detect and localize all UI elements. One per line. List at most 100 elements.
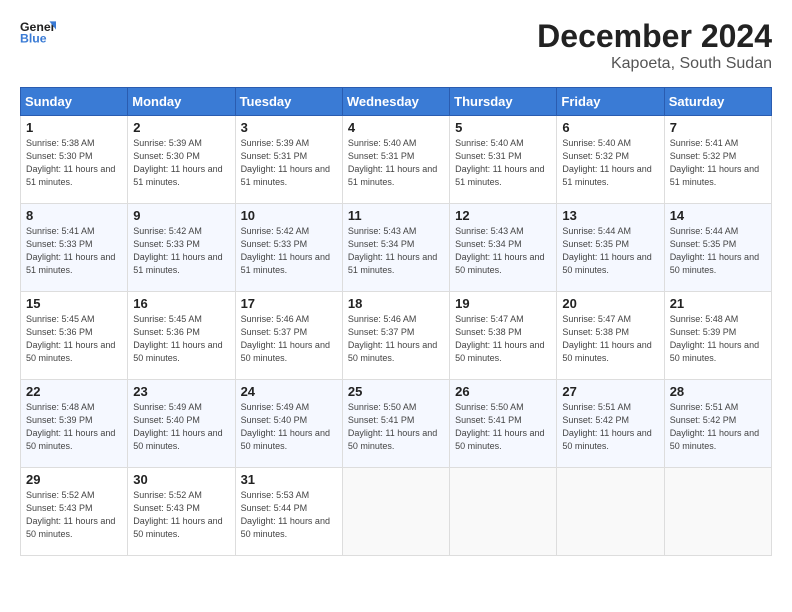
day-info: Sunrise: 5:45 AMSunset: 5:36 PMDaylight:… xyxy=(133,313,229,365)
day-info: Sunrise: 5:42 AMSunset: 5:33 PMDaylight:… xyxy=(241,225,337,277)
day-number: 2 xyxy=(133,120,229,135)
day-info: Sunrise: 5:39 AMSunset: 5:31 PMDaylight:… xyxy=(241,137,337,189)
calendar-cell: 27 Sunrise: 5:51 AMSunset: 5:42 PMDayligh… xyxy=(557,380,664,468)
day-number: 24 xyxy=(241,384,337,399)
day-number: 29 xyxy=(26,472,122,487)
day-info: Sunrise: 5:41 AMSunset: 5:32 PMDaylight:… xyxy=(670,137,766,189)
calendar-cell xyxy=(557,468,664,556)
calendar-cell xyxy=(342,468,449,556)
day-info: Sunrise: 5:43 AMSunset: 5:34 PMDaylight:… xyxy=(455,225,551,277)
calendar-cell: 26 Sunrise: 5:50 AMSunset: 5:41 PMDayligh… xyxy=(450,380,557,468)
calendar-week-row: 8 Sunrise: 5:41 AMSunset: 5:33 PMDaylight… xyxy=(21,204,772,292)
calendar-cell: 14Sunrise: 5:44 AMSunset: 5:35 PMDayligh… xyxy=(664,204,771,292)
day-number: 22 xyxy=(26,384,122,399)
day-info: Sunrise: 5:46 AMSunset: 5:37 PMDaylight:… xyxy=(348,313,444,365)
day-info: Sunrise: 5:49 AMSunset: 5:40 PMDaylight:… xyxy=(241,401,337,453)
day-number: 18 xyxy=(348,296,444,311)
day-number: 12 xyxy=(455,208,551,223)
day-info: Sunrise: 5:53 AMSunset: 5:44 PMDaylight:… xyxy=(241,489,337,541)
day-number: 17 xyxy=(241,296,337,311)
day-info: Sunrise: 5:45 AMSunset: 5:36 PMDaylight:… xyxy=(26,313,122,365)
day-number: 6 xyxy=(562,120,658,135)
calendar-week-row: 22 Sunrise: 5:48 AMSunset: 5:39 PMDayligh… xyxy=(21,380,772,468)
calendar-cell: 21 Sunrise: 5:48 AMSunset: 5:39 PMDayligh… xyxy=(664,292,771,380)
day-number: 11 xyxy=(348,208,444,223)
calendar-cell: 25Sunrise: 5:50 AMSunset: 5:41 PMDayligh… xyxy=(342,380,449,468)
day-info: Sunrise: 5:43 AMSunset: 5:34 PMDaylight:… xyxy=(348,225,444,277)
calendar-week-row: 15 Sunrise: 5:45 AMSunset: 5:36 PMDayligh… xyxy=(21,292,772,380)
weekday-header-row: SundayMondayTuesdayWednesdayThursdayFrid… xyxy=(21,88,772,116)
calendar-cell: 30 Sunrise: 5:52 AMSunset: 5:43 PMDayligh… xyxy=(128,468,235,556)
calendar-cell: 13 Sunrise: 5:44 AMSunset: 5:35 PMDayligh… xyxy=(557,204,664,292)
page: General Blue December 2024 Kapoeta, Sout… xyxy=(0,0,792,566)
day-info: Sunrise: 5:40 AMSunset: 5:32 PMDaylight:… xyxy=(562,137,658,189)
calendar-week-row: 29 Sunrise: 5:52 AMSunset: 5:43 PMDayligh… xyxy=(21,468,772,556)
day-info: Sunrise: 5:47 AMSunset: 5:38 PMDaylight:… xyxy=(562,313,658,365)
calendar-cell: 29Sunrise: 5:52 AMSunset: 5:43 PMDayligh… xyxy=(21,468,128,556)
day-number: 9 xyxy=(133,208,229,223)
calendar-cell: 22 Sunrise: 5:48 AMSunset: 5:39 PMDayligh… xyxy=(21,380,128,468)
day-number: 25 xyxy=(348,384,444,399)
day-info: Sunrise: 5:52 AMSunset: 5:43 PMDaylight:… xyxy=(133,489,229,541)
svg-text:Blue: Blue xyxy=(20,32,47,46)
day-number: 5 xyxy=(455,120,551,135)
calendar-cell: 8 Sunrise: 5:41 AMSunset: 5:33 PMDaylight… xyxy=(21,204,128,292)
day-number: 16 xyxy=(133,296,229,311)
calendar-table: SundayMondayTuesdayWednesdayThursdayFrid… xyxy=(20,87,772,556)
day-info: Sunrise: 5:51 AMSunset: 5:42 PMDaylight:… xyxy=(670,401,766,453)
calendar-cell: 1Sunrise: 5:38 AMSunset: 5:30 PMDaylight… xyxy=(21,116,128,204)
calendar-cell: 2Sunrise: 5:39 AMSunset: 5:30 PMDaylight… xyxy=(128,116,235,204)
weekday-header: Wednesday xyxy=(342,88,449,116)
day-info: Sunrise: 5:42 AMSunset: 5:33 PMDaylight:… xyxy=(133,225,229,277)
day-number: 3 xyxy=(241,120,337,135)
calendar-cell: 9 Sunrise: 5:42 AMSunset: 5:33 PMDaylight… xyxy=(128,204,235,292)
day-info: Sunrise: 5:44 AMSunset: 5:35 PMDaylight:… xyxy=(670,225,766,277)
day-info: Sunrise: 5:51 AMSunset: 5:42 PMDaylight:… xyxy=(562,401,658,453)
calendar-cell: 4 Sunrise: 5:40 AMSunset: 5:31 PMDaylight… xyxy=(342,116,449,204)
day-number: 26 xyxy=(455,384,551,399)
day-info: Sunrise: 5:40 AMSunset: 5:31 PMDaylight:… xyxy=(348,137,444,189)
calendar-cell: 5 Sunrise: 5:40 AMSunset: 5:31 PMDaylight… xyxy=(450,116,557,204)
day-number: 13 xyxy=(562,208,658,223)
day-info: Sunrise: 5:50 AMSunset: 5:41 PMDaylight:… xyxy=(455,401,551,453)
weekday-header: Sunday xyxy=(21,88,128,116)
calendar-cell: 7 Sunrise: 5:41 AMSunset: 5:32 PMDaylight… xyxy=(664,116,771,204)
calendar-cell: 11 Sunrise: 5:43 AMSunset: 5:34 PMDayligh… xyxy=(342,204,449,292)
title-block: December 2024 Kapoeta, South Sudan xyxy=(537,18,772,73)
day-number: 27 xyxy=(562,384,658,399)
day-info: Sunrise: 5:38 AMSunset: 5:30 PMDaylight:… xyxy=(26,137,122,189)
calendar-cell: 16 Sunrise: 5:45 AMSunset: 5:36 PMDayligh… xyxy=(128,292,235,380)
day-info: Sunrise: 5:46 AMSunset: 5:37 PMDaylight:… xyxy=(241,313,337,365)
calendar-cell: 20Sunrise: 5:47 AMSunset: 5:38 PMDayligh… xyxy=(557,292,664,380)
day-number: 15 xyxy=(26,296,122,311)
day-info: Sunrise: 5:49 AMSunset: 5:40 PMDaylight:… xyxy=(133,401,229,453)
weekday-header: Friday xyxy=(557,88,664,116)
logo: General Blue xyxy=(20,18,56,46)
day-number: 8 xyxy=(26,208,122,223)
calendar-cell: 17 Sunrise: 5:46 AMSunset: 5:37 PMDayligh… xyxy=(235,292,342,380)
calendar-cell: 3 Sunrise: 5:39 AMSunset: 5:31 PMDaylight… xyxy=(235,116,342,204)
day-number: 4 xyxy=(348,120,444,135)
calendar-cell: 12 Sunrise: 5:43 AMSunset: 5:34 PMDayligh… xyxy=(450,204,557,292)
calendar-cell: 23 Sunrise: 5:49 AMSunset: 5:40 PMDayligh… xyxy=(128,380,235,468)
calendar-cell: 10Sunrise: 5:42 AMSunset: 5:33 PMDayligh… xyxy=(235,204,342,292)
weekday-header: Monday xyxy=(128,88,235,116)
calendar-cell: 15 Sunrise: 5:45 AMSunset: 5:36 PMDayligh… xyxy=(21,292,128,380)
calendar-cell: 18 Sunrise: 5:46 AMSunset: 5:37 PMDayligh… xyxy=(342,292,449,380)
day-info: Sunrise: 5:44 AMSunset: 5:35 PMDaylight:… xyxy=(562,225,658,277)
day-number: 21 xyxy=(670,296,766,311)
calendar-cell: 6 Sunrise: 5:40 AMSunset: 5:32 PMDaylight… xyxy=(557,116,664,204)
day-info: Sunrise: 5:41 AMSunset: 5:33 PMDaylight:… xyxy=(26,225,122,277)
day-info: Sunrise: 5:40 AMSunset: 5:31 PMDaylight:… xyxy=(455,137,551,189)
calendar-cell: 24 Sunrise: 5:49 AMSunset: 5:40 PMDayligh… xyxy=(235,380,342,468)
day-number: 30 xyxy=(133,472,229,487)
calendar-subtitle: Kapoeta, South Sudan xyxy=(537,55,772,73)
day-number: 7 xyxy=(670,120,766,135)
day-info: Sunrise: 5:48 AMSunset: 5:39 PMDaylight:… xyxy=(26,401,122,453)
day-info: Sunrise: 5:48 AMSunset: 5:39 PMDaylight:… xyxy=(670,313,766,365)
logo-icon: General Blue xyxy=(20,18,56,46)
weekday-header: Tuesday xyxy=(235,88,342,116)
day-number: 23 xyxy=(133,384,229,399)
calendar-cell xyxy=(450,468,557,556)
calendar-title: December 2024 xyxy=(537,18,772,55)
